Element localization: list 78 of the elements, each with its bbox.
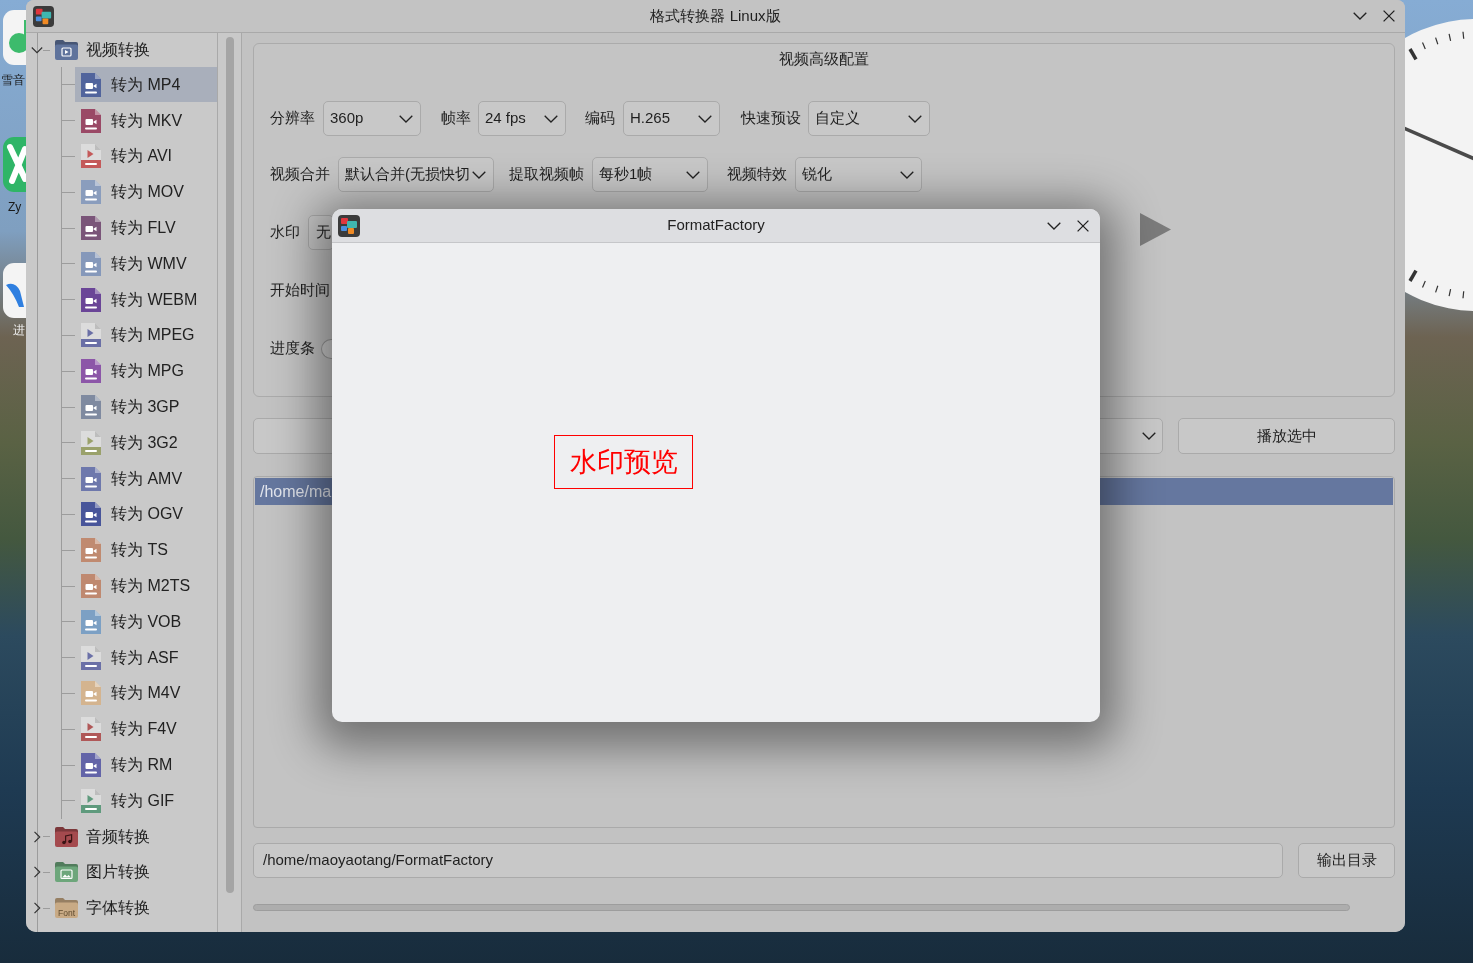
app-icon[interactable]	[0, 137, 26, 192]
file-path-text: /home/ma	[260, 481, 332, 502]
app-logo-icon	[338, 214, 360, 237]
tree-item[interactable]: 转为 M2TS	[75, 568, 217, 604]
tree-item[interactable]: 转为 3G2	[75, 425, 217, 461]
field-label: 水印	[270, 222, 301, 243]
chevron-down-icon[interactable]	[1047, 221, 1061, 230]
tree-item[interactable]: 转为 GIF	[75, 783, 217, 819]
tree-item[interactable]: 转为 MPEG	[75, 317, 217, 353]
field-label: 视频特效	[727, 164, 788, 185]
resolution-dropdown[interactable]: 360p	[323, 101, 421, 136]
tree-item[interactable]: 转为 RM	[75, 747, 217, 783]
tree-item[interactable]: 转为 AVI	[75, 139, 217, 174]
window-title: 格式转换器 Linux版	[650, 5, 781, 26]
tree-item[interactable]: 转为 MPG	[75, 353, 217, 389]
tree-item[interactable]: 视频转换	[54, 38, 150, 62]
field-label: 分辨率	[270, 108, 316, 129]
app-label: 进	[13, 322, 25, 338]
close-icon[interactable]	[1383, 10, 1395, 22]
chevron-down-icon[interactable]	[544, 114, 558, 123]
app-label: Zy	[8, 199, 22, 215]
chevron-down-icon[interactable]	[698, 114, 712, 123]
play-selected-button[interactable]: 播放选中	[1178, 418, 1395, 454]
tree-item[interactable]: 图片转换	[54, 860, 150, 885]
chevron-down-icon[interactable]	[472, 170, 486, 179]
close-icon[interactable]	[1077, 219, 1089, 232]
frame-extract-dropdown[interactable]: 每秒1帧	[592, 157, 708, 192]
chevron-down-icon[interactable]	[908, 114, 922, 123]
horizontal-scrollbar[interactable]	[253, 904, 1350, 911]
field-label: 提取视频帧	[509, 164, 585, 185]
effect-dropdown[interactable]: 锐化	[795, 157, 922, 192]
codec-dropdown[interactable]: H.265	[623, 101, 720, 136]
app-icon[interactable]	[0, 263, 26, 318]
watermark-dropdown[interactable]: 无	[308, 215, 334, 250]
tree-item[interactable]: 转为 F4V	[75, 711, 217, 747]
group-title: 视频高级配置	[779, 49, 869, 69]
tree-item[interactable]: Font 字体转换	[54, 896, 150, 921]
field-label: 编码	[585, 108, 616, 129]
play-icon[interactable]	[1140, 213, 1171, 246]
scrollbar-handle[interactable]	[225, 37, 234, 893]
frame-rate-dropdown[interactable]: 24 fps	[478, 101, 566, 136]
chevron-down-icon[interactable]	[399, 114, 413, 123]
field-label: 快速预设	[741, 108, 802, 129]
tree-item[interactable]: 转为 OGV	[75, 496, 217, 532]
tree-item[interactable]: 转为 3GP	[75, 389, 217, 425]
chevron-right-icon[interactable]	[31, 866, 43, 879]
field-label: 进度条	[270, 338, 316, 359]
tree-item[interactable]: 转为 TS	[75, 532, 217, 568]
chevron-right-icon[interactable]	[31, 830, 43, 843]
tree-item[interactable]: 转为 WMV	[75, 246, 217, 282]
tree-item[interactable]: 音频转换	[54, 824, 150, 849]
app-label: 雪音	[1, 72, 25, 88]
output-path-field[interactable]: /home/maoyaotang/FormatFactory	[253, 843, 1283, 878]
tree-item[interactable]: 转为 MKV	[75, 103, 217, 139]
chevron-down-icon[interactable]	[1142, 432, 1156, 440]
output-folder-button[interactable]: 输出目录	[1298, 843, 1395, 878]
tree-item[interactable]: 转为 M4V	[75, 675, 217, 711]
watermark-preview: 水印预览	[554, 435, 693, 489]
chevron-down-icon[interactable]	[1353, 12, 1367, 20]
tree-item[interactable]: 转为 MP4	[75, 67, 217, 103]
chevron-down-icon[interactable]	[31, 44, 43, 56]
tree-item[interactable]: 转为 MOV	[75, 174, 217, 210]
field-label: 视频合并	[270, 164, 331, 185]
tree-item[interactable]: 转为 VOB	[75, 604, 217, 640]
preset-dropdown[interactable]: 自定义	[808, 101, 930, 136]
dialog-title: FormatFactory	[667, 215, 765, 236]
chevron-right-icon[interactable]	[31, 902, 43, 915]
app-logo-icon	[33, 5, 54, 27]
field-label: 帧率	[441, 108, 472, 129]
field-label: 开始时间	[270, 280, 330, 301]
chevron-down-icon[interactable]	[686, 170, 700, 179]
merge-dropdown[interactable]: 默认合并(无损快切	[338, 157, 494, 192]
tree-item[interactable]: 转为 FLV	[75, 210, 217, 246]
slider-thumb[interactable]	[321, 338, 333, 359]
tree-item[interactable]: 转为 WEBM	[75, 282, 217, 318]
chevron-down-icon[interactable]	[900, 170, 914, 179]
tree-item[interactable]: 转为 AMV	[75, 461, 217, 497]
tree-item[interactable]: 转为 ASF	[75, 640, 217, 676]
